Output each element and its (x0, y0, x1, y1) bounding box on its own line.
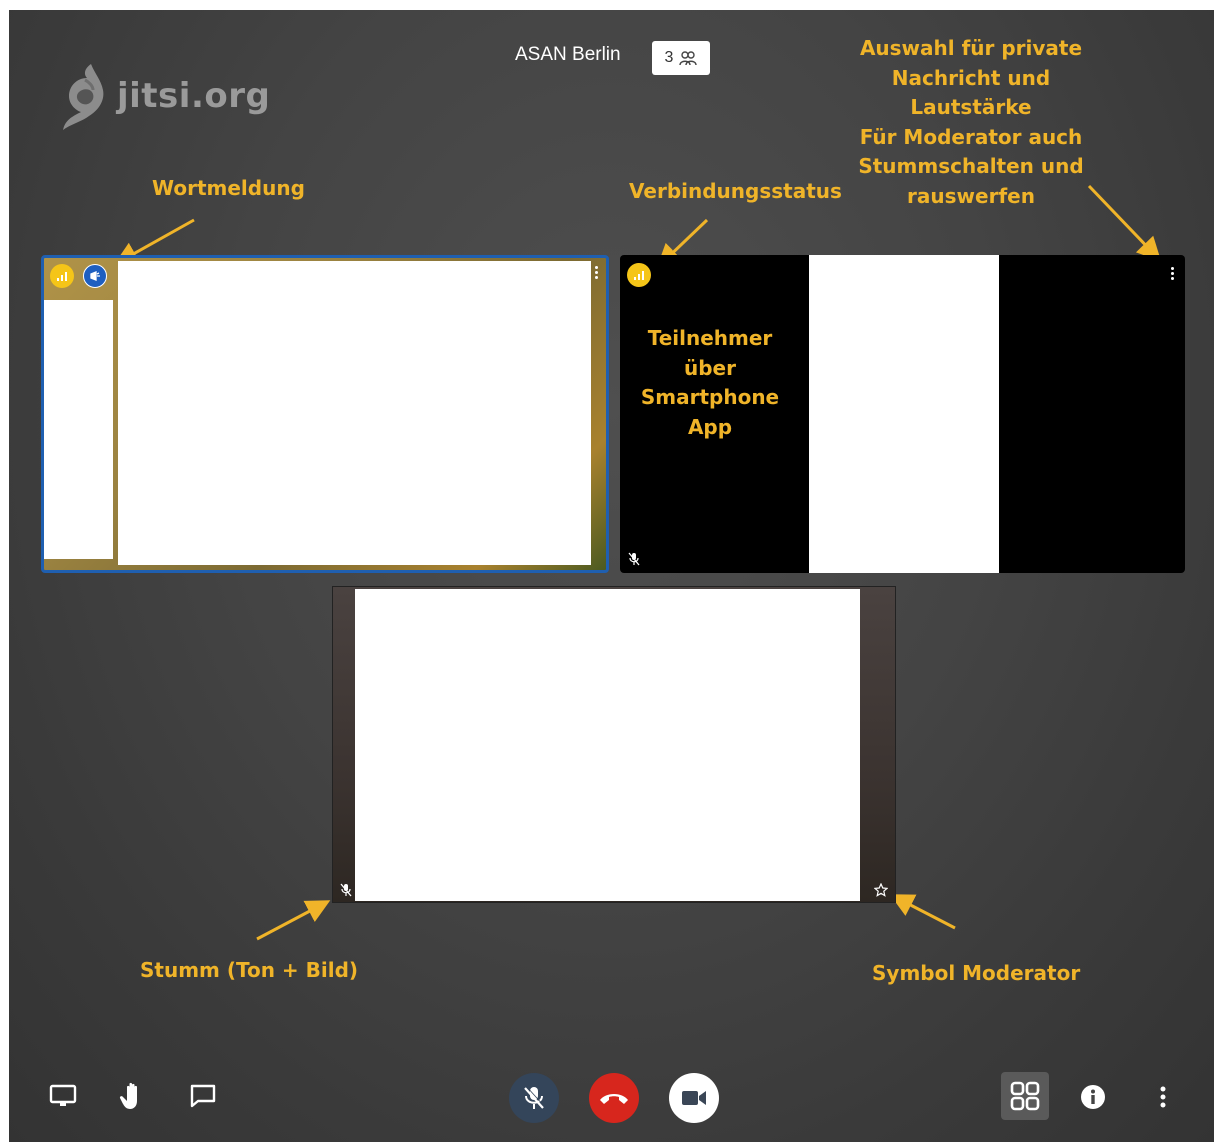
screen-share-button[interactable] (45, 1080, 81, 1112)
arrow-auswahl (1087, 184, 1162, 262)
participant-tile-local[interactable] (332, 586, 896, 903)
redacted-video-area (355, 589, 860, 901)
arrow-stumm (256, 900, 331, 941)
annotation-teilnehmer-line: über (684, 355, 736, 380)
arrow-moderator (889, 894, 956, 930)
annotation-teilnehmer-line: Smartphone (640, 385, 780, 410)
redacted-video-area (44, 300, 113, 559)
mic-muted-icon (524, 1086, 545, 1109)
redacted-video-area (809, 255, 999, 573)
redacted-video-area (118, 261, 591, 565)
more-options-button[interactable] (1153, 1083, 1173, 1111)
conference-stage: jitsi.org ASAN Berlin 3 Wortmeldung Verb… (9, 10, 1214, 1142)
moderator-star-icon (874, 883, 888, 897)
annotation-arrows (113, 184, 1162, 941)
annotation-teilnehmer-line: App (687, 414, 733, 439)
participant-tile-active[interactable] (41, 255, 609, 573)
tile-menu-icon[interactable] (594, 266, 598, 279)
mic-muted-small-icon (628, 552, 640, 566)
chat-button[interactable] (185, 1080, 221, 1112)
screen-share-icon (49, 1084, 77, 1106)
connection-status-icon[interactable] (627, 263, 651, 287)
tile-view-button[interactable] (1001, 1072, 1049, 1120)
toggle-camera-button[interactable] (669, 1073, 719, 1123)
hangup-button[interactable] (589, 1073, 639, 1123)
annotation-teilnehmer-line: Teilnehmer (647, 326, 773, 350)
raise-hand-button[interactable] (115, 1078, 151, 1114)
mic-muted-small-icon (340, 883, 352, 897)
chat-icon (190, 1084, 216, 1108)
raised-hand-icon (83, 264, 107, 288)
annotation-teilnehmer: Teilnehmer über Smartphone App (634, 324, 786, 442)
connection-status-icon[interactable] (50, 264, 74, 288)
tile-menu-icon[interactable] (1170, 267, 1174, 280)
participant-tile-phone[interactable]: Teilnehmer über Smartphone App (620, 255, 1185, 573)
info-icon (1081, 1085, 1105, 1109)
hangup-icon (600, 1094, 628, 1104)
camera-icon (682, 1091, 706, 1105)
toggle-mic-button[interactable] (509, 1073, 559, 1123)
more-vertical-icon (1160, 1086, 1166, 1108)
info-button[interactable] (1079, 1083, 1107, 1111)
tile-view-icon (1010, 1081, 1040, 1111)
raise-hand-icon (119, 1082, 137, 1109)
